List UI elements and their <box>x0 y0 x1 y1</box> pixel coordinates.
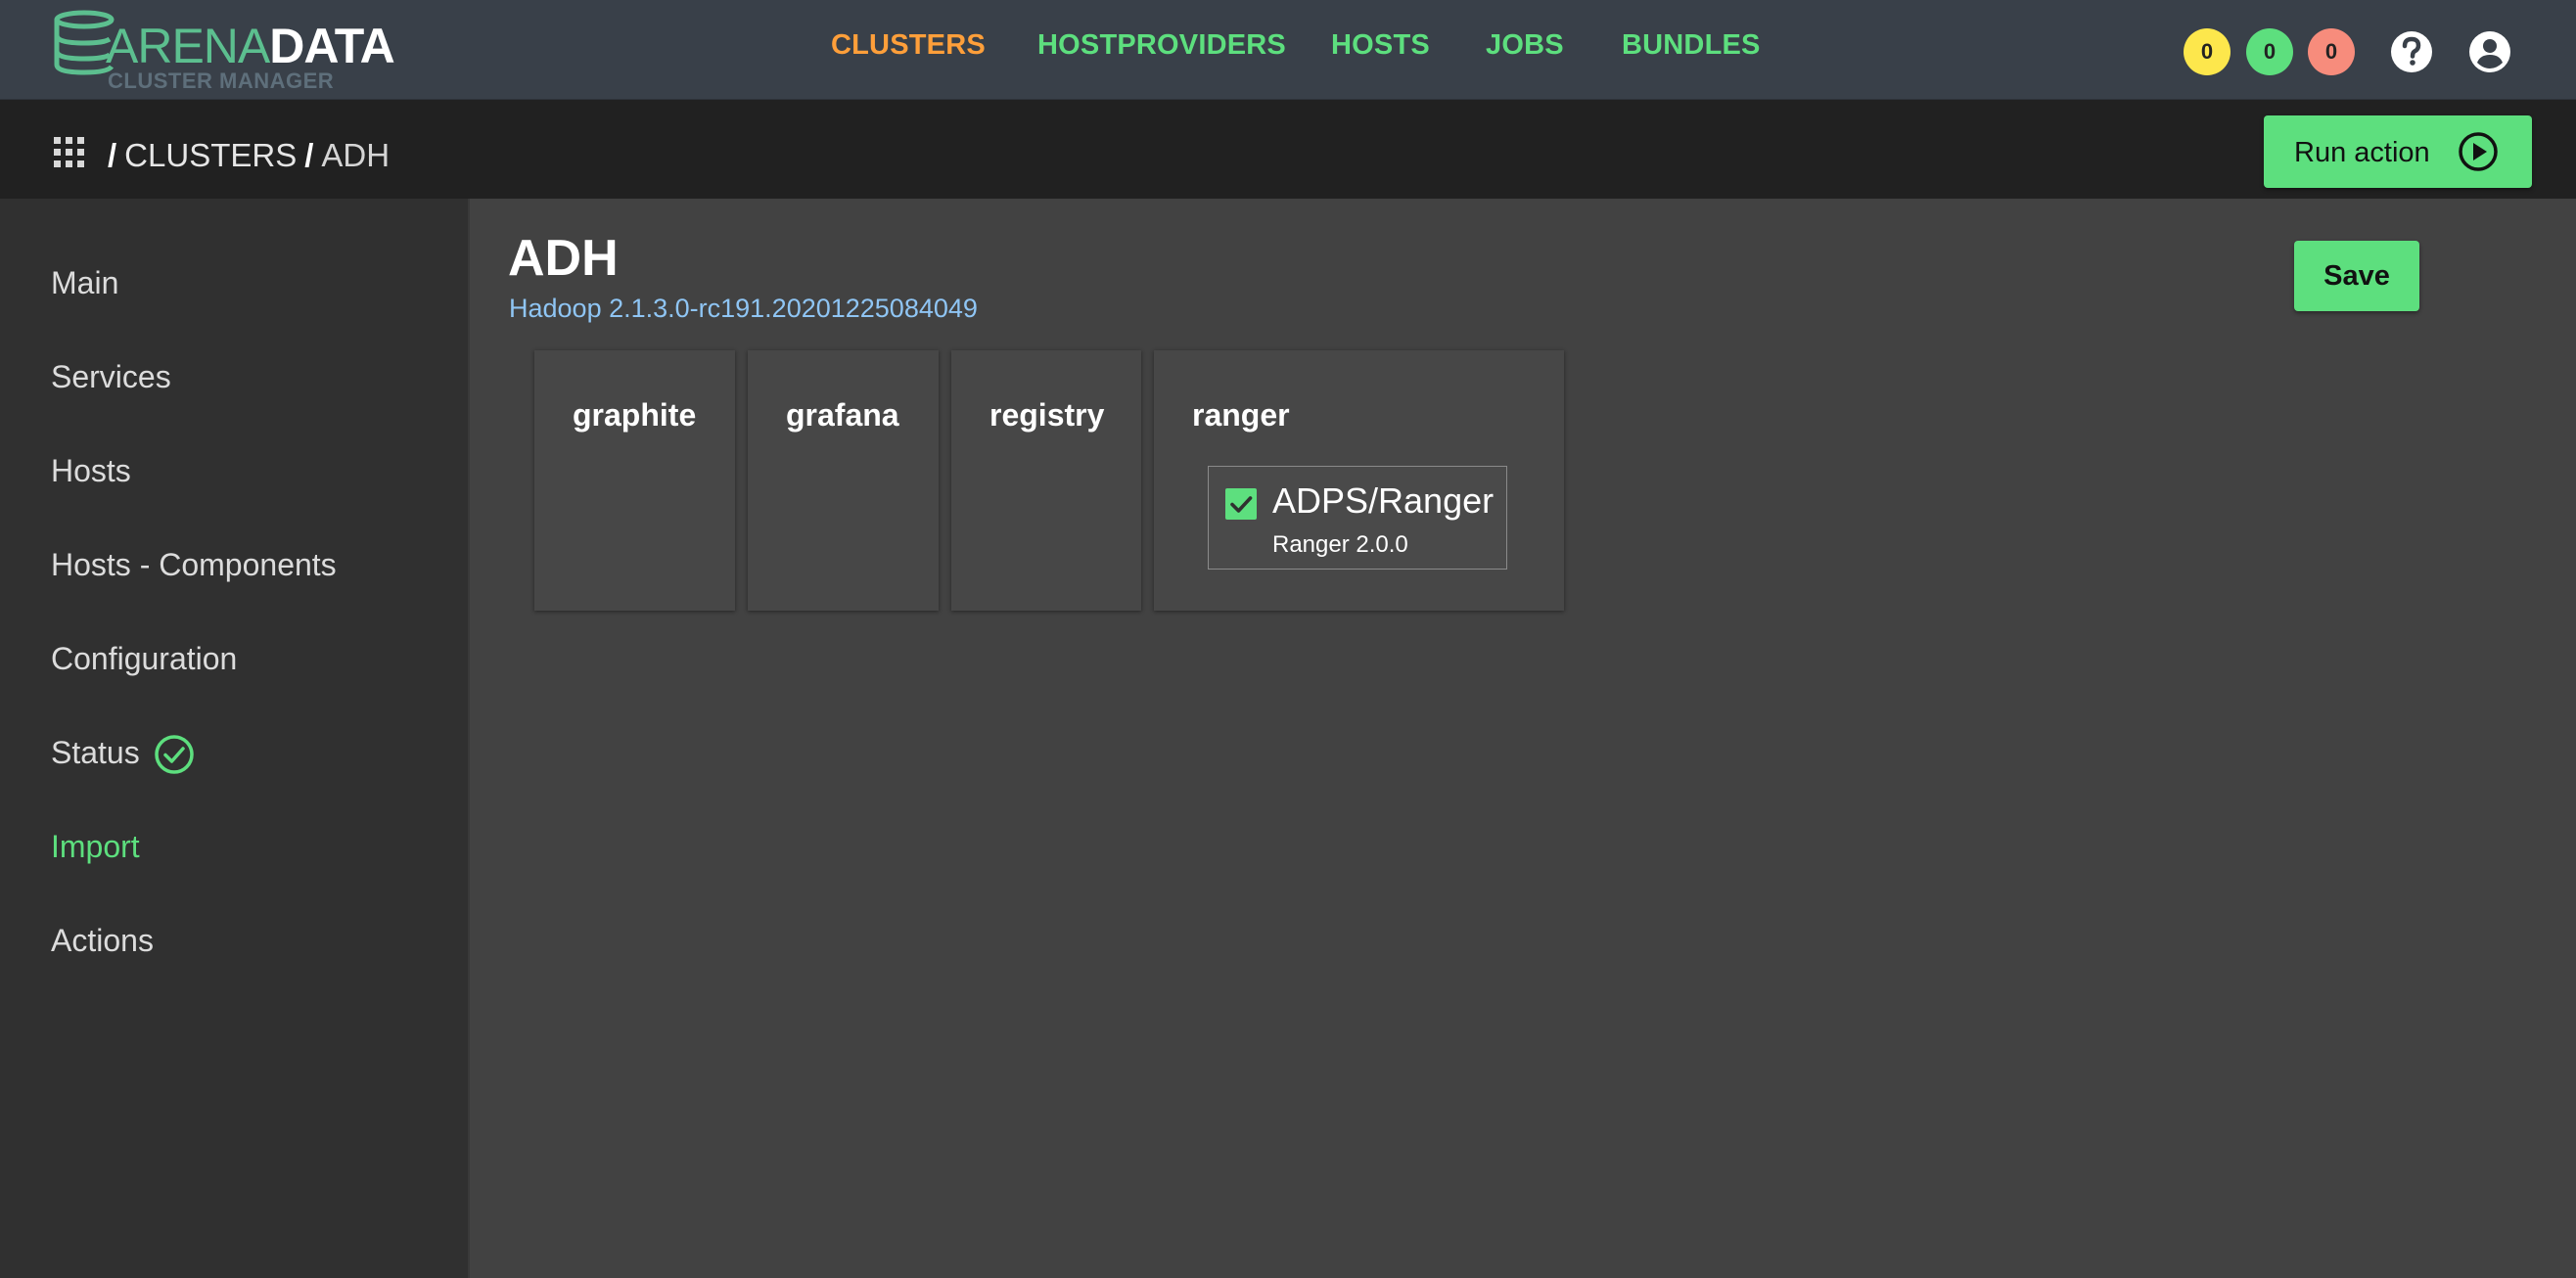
import-card-title: registry <box>989 397 1105 433</box>
badge-warnings[interactable]: 0 <box>2184 28 2231 75</box>
brand-subtitle: CLUSTER MANAGER <box>108 68 335 93</box>
sidebar-item-services[interactable]: Services <box>51 359 171 395</box>
sidebar-item-configuration[interactable]: Configuration <box>51 641 237 677</box>
apps-grid-icon[interactable] <box>54 137 85 168</box>
nav-hosts[interactable]: HOSTS <box>1331 29 1430 62</box>
import-card-registry: registry <box>951 350 1141 611</box>
run-action-button[interactable]: Run action <box>2264 115 2532 188</box>
save-button[interactable]: Save <box>2294 241 2419 311</box>
nav-jobs[interactable]: JOBS <box>1486 29 1564 62</box>
sidebar-item-main[interactable]: Main <box>51 265 118 301</box>
sidebar-item-status-label: Status <box>51 735 140 770</box>
account-icon[interactable] <box>2466 28 2513 75</box>
breadcrumb-bar: / CLUSTERS / ADH Run action <box>0 100 2576 199</box>
nav-hostproviders[interactable]: HOSTPROVIDERS <box>1037 29 1286 62</box>
import-card-graphite: graphite <box>534 350 735 611</box>
import-card-title: grafana <box>786 397 899 433</box>
breadcrumb-separator: / <box>108 137 117 173</box>
import-item-adps-ranger[interactable]: ADPS/Ranger Ranger 2.0.0 <box>1208 466 1507 570</box>
nav-bundles[interactable]: BUNDLES <box>1622 29 1761 62</box>
sidebar: Main Services Hosts Hosts - Components C… <box>0 199 470 1278</box>
brand-name: ARENADATA <box>106 19 395 73</box>
sidebar-item-actions[interactable]: Actions <box>51 923 154 959</box>
page-subtitle: Hadoop 2.1.3.0-rc191.20201225084049 <box>509 294 978 323</box>
sidebar-item-import[interactable]: Import <box>51 829 140 865</box>
import-item-name: ADPS/Ranger <box>1272 480 1495 521</box>
run-action-label: Run action <box>2294 137 2430 168</box>
page-title: ADH <box>508 230 619 287</box>
breadcrumb: / CLUSTERS / ADH <box>100 137 390 174</box>
import-card-grafana: grafana <box>748 350 939 611</box>
sidebar-item-hosts-components[interactable]: Hosts - Components <box>51 547 337 583</box>
sidebar-item-hosts[interactable]: Hosts <box>51 453 131 489</box>
sidebar-item-status[interactable]: Status <box>51 735 194 774</box>
brand-logo[interactable]: ARENADATA CLUSTER MANAGER <box>51 6 395 94</box>
play-circle-icon <box>2459 132 2498 171</box>
import-card-title: graphite <box>573 397 697 433</box>
breadcrumb-current[interactable]: ADH <box>321 137 390 173</box>
breadcrumb-separator: / <box>304 137 314 173</box>
badge-errors[interactable]: 0 <box>2308 28 2355 75</box>
top-header: ARENADATA CLUSTER MANAGER CLUSTERS HOSTP… <box>0 0 2576 100</box>
brand-name-part1: ARENA <box>106 19 270 73</box>
breadcrumb-clusters[interactable]: CLUSTERS <box>124 137 297 173</box>
check-circle-icon <box>155 735 194 774</box>
help-icon[interactable] <box>2388 28 2435 75</box>
brand-name-part2: DATA <box>269 19 394 73</box>
nav-clusters[interactable]: CLUSTERS <box>831 29 986 62</box>
badge-success[interactable]: 0 <box>2246 28 2293 75</box>
import-card-title: ranger <box>1192 397 1290 433</box>
import-item-version: Ranger 2.0.0 <box>1272 531 1408 558</box>
checkmark-icon <box>1230 496 1253 513</box>
import-checkbox[interactable] <box>1225 488 1257 520</box>
